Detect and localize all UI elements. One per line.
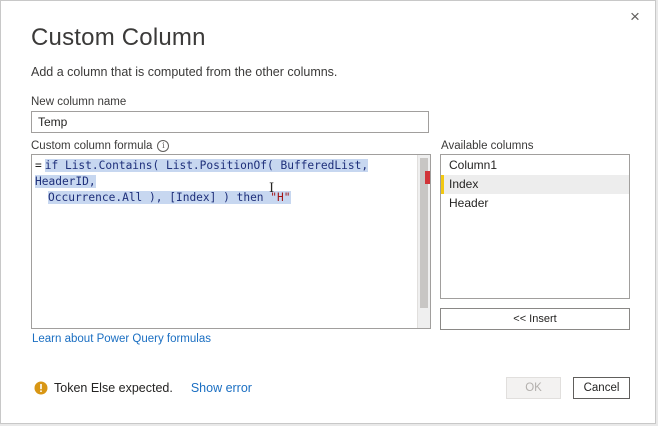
text-cursor-icon: I: [269, 181, 275, 196]
column-item-column1[interactable]: Column1: [441, 156, 629, 175]
formula-code[interactable]: = if List.Contains( List.PositionOf( Buff…: [35, 158, 430, 206]
formula-label-row: Custom column formula i: [31, 140, 170, 152]
formula-line-1: = if List.Contains( List.PositionOf( Buff…: [35, 158, 430, 190]
column-item-index[interactable]: Index: [441, 175, 629, 194]
column-item-header[interactable]: Header: [441, 194, 629, 213]
learn-power-query-link[interactable]: Learn about Power Query formulas: [32, 333, 211, 345]
custom-column-dialog: × Custom Column Add a column that is com…: [0, 0, 656, 424]
cancel-button[interactable]: Cancel: [573, 377, 630, 399]
error-marker: [425, 171, 430, 184]
new-column-name-input[interactable]: Temp: [31, 111, 429, 133]
formula-line-2-text: Occurrence.All ), [Index] ) then: [48, 191, 271, 204]
dialog-title: Custom Column: [31, 24, 206, 51]
formula-equals: =: [35, 159, 42, 172]
dialog-subtitle: Add a column that is computed from the o…: [31, 65, 338, 79]
formula-line-2: Occurrence.All ), [Index] ) then "H": [35, 190, 430, 206]
formula-line-1-text: if List.Contains( List.PositionOf( Buffe…: [35, 159, 369, 188]
insert-button[interactable]: << Insert: [440, 308, 630, 330]
formula-label: Custom column formula: [31, 140, 153, 152]
formula-editor[interactable]: = if List.Contains( List.PositionOf( Buff…: [31, 154, 431, 329]
info-icon[interactable]: i: [157, 140, 170, 152]
new-column-name-label: New column name: [31, 96, 127, 108]
available-columns-list[interactable]: Column1 Index Header: [440, 154, 630, 299]
status-message: Token Else expected.: [54, 381, 173, 395]
status-bar: Token Else expected. Show error: [34, 381, 252, 395]
ok-button[interactable]: OK: [506, 377, 561, 399]
formula-scrollbar[interactable]: [417, 155, 430, 328]
warning-icon: [34, 381, 48, 395]
close-icon[interactable]: ×: [627, 8, 643, 25]
available-columns-label: Available columns: [441, 140, 534, 152]
show-error-link[interactable]: Show error: [191, 381, 252, 395]
